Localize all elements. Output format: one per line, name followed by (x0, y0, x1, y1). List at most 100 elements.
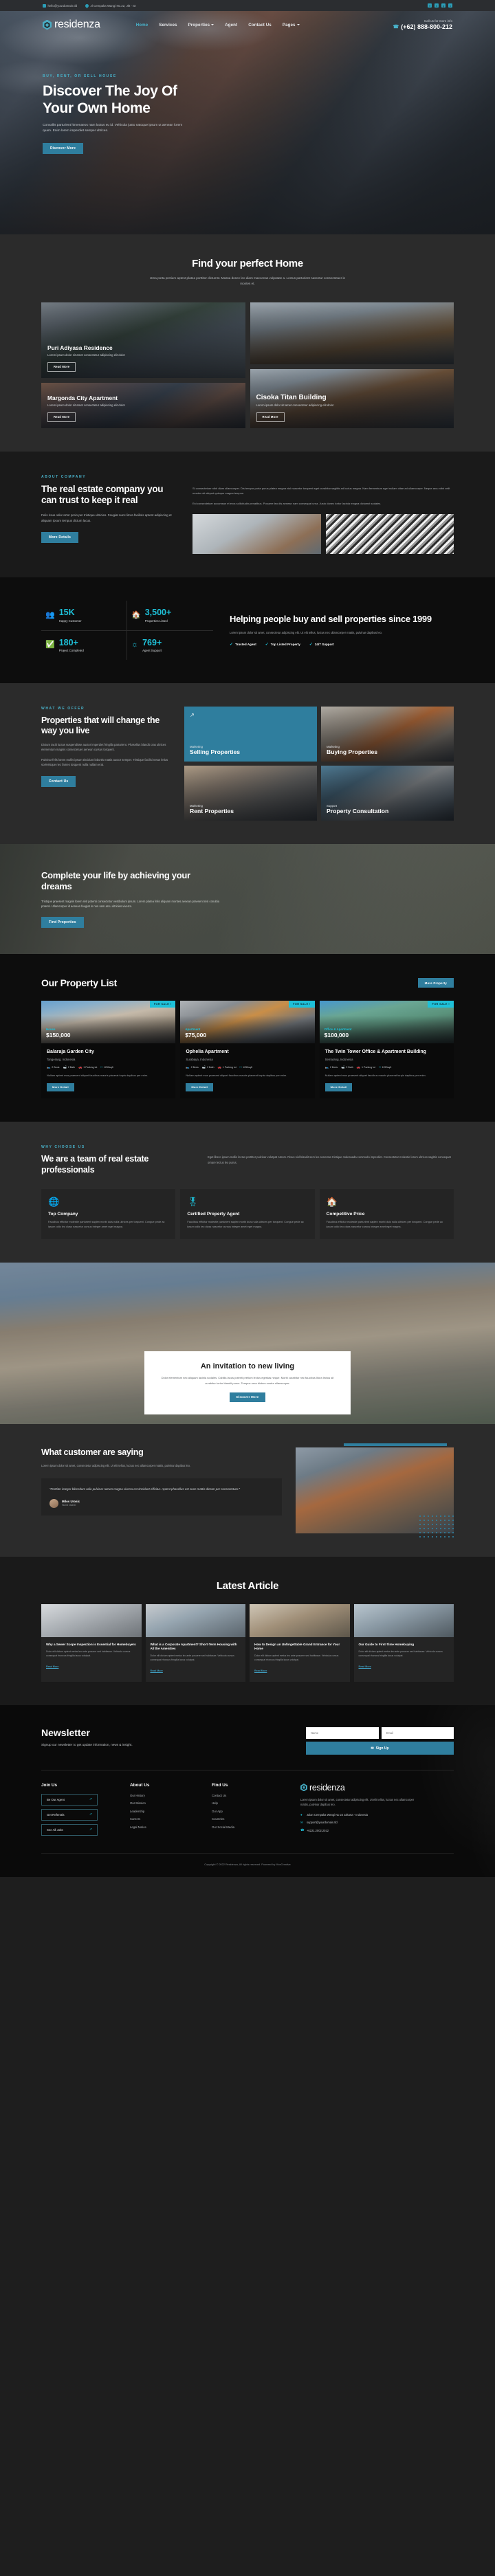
stats-section: 👥 15K Happy Customer 🏠 3,500+ Properties… (0, 577, 495, 684)
newsletter-name-input[interactable] (306, 1727, 379, 1739)
footer-col-join-us: Join Us Be Our Agent ↗ Get Referrals ↗ S… (41, 1783, 120, 1839)
offer-card-rent-properties[interactable]: Marketing Rent Properties (184, 766, 317, 821)
nav-item-contact-us[interactable]: Contact Us (248, 23, 272, 27)
find-card-read-more-button[interactable]: Read More (256, 412, 285, 422)
footer-link-leadership[interactable]: Leadership (130, 1810, 202, 1813)
article-card-4[interactable]: Our Guide to First-Time Homebuying Dolor… (353, 1603, 454, 1682)
topbar-email[interactable]: hello@yourdomain.tld (43, 3, 77, 8)
nav-label: Agent (225, 22, 238, 27)
property-meta: 🛌 2 Beds 🛁 2 Bath 🚗 1 Parking lot □ 1250sqft (186, 1065, 309, 1069)
stat-number: 15K (58, 608, 75, 618)
newsletter-signup-button[interactable]: ✉ Sign Up (306, 1742, 454, 1755)
find-card-read-more-button[interactable]: Read More (47, 412, 76, 422)
footer-link-contact-us[interactable]: Contact Us (212, 1794, 291, 1797)
nav-item-properties[interactable]: Properties (188, 23, 214, 27)
article-read-more-link[interactable]: Read More (254, 1669, 267, 1672)
footer-link-our-history[interactable]: Our History (130, 1794, 202, 1797)
footer-email[interactable]: ✉ support@yourdomain.tld (300, 1821, 454, 1825)
footer-link-our-app[interactable]: Our App (212, 1810, 291, 1813)
footer-button-be-our-agent[interactable]: Be Our Agent ↗ (41, 1793, 98, 1806)
property-size: □ 1250sqft (379, 1065, 391, 1069)
tick-label: Top Listed Property (270, 643, 300, 647)
newsletter-email-input[interactable] (381, 1727, 454, 1739)
stat-tick-support: ✓ 24/7 Support (309, 642, 334, 647)
property-card-image: FOR SALE ! Apartment $75,000 (180, 1001, 315, 1044)
invitation-discover-more-button[interactable]: Discover More (229, 1392, 266, 1402)
article-read-more-link[interactable]: Read More (359, 1665, 371, 1668)
footer-logo[interactable]: residenza (300, 1783, 454, 1792)
logo[interactable]: residenza (43, 19, 100, 31)
footer-button-see-all-jobs[interactable]: See All Jobs ↗ (41, 1823, 98, 1836)
footer-link-legal-notice[interactable]: Legal Notice (130, 1825, 202, 1829)
article-read-more-link[interactable]: Read More (46, 1665, 58, 1668)
property-price: $100,000 (324, 1032, 349, 1039)
article-desc: Dolor elit dictum aptent metus leo ante … (254, 1654, 339, 1662)
why-header: WHY CHOOSE US We are a team of real esta… (41, 1145, 454, 1175)
article-desc: Dolor elit dictum aptent metus leo ante … (358, 1650, 443, 1657)
find-card-read-more-button[interactable]: Read More (47, 362, 76, 372)
find-card-cisoka-titan[interactable]: Cisoka Titan Building Lorem ipsum dolor … (250, 368, 454, 428)
property-card-balaraja[interactable]: FOR SALE ! House $150,000 Balaraja Garde… (41, 1001, 176, 1099)
property-parking: 🚗 1 Parking lot (78, 1065, 97, 1069)
cta-find-properties-button[interactable]: Find Properties (41, 917, 84, 929)
find-card-puri-adiyasa[interactable]: Puri Adiyasa Residence Lorem ipsum dolor… (41, 302, 245, 378)
about-more-details-button[interactable]: More Details (41, 532, 79, 544)
article-image (41, 1603, 142, 1637)
newsletter-form: ✉ Sign Up (306, 1727, 454, 1755)
youtube-icon[interactable]: y (441, 3, 446, 8)
more-property-button[interactable]: More Property (417, 978, 454, 988)
hero-discover-more-button[interactable]: Discover More (43, 143, 84, 155)
testimonial-author-name: Milos Urosic (62, 1500, 80, 1504)
offer-card-property-consultation[interactable]: Support Property Consultation (321, 766, 454, 821)
property-more-detail-button[interactable]: More Detail (47, 1082, 74, 1091)
property-more-detail-button[interactable]: More Detail (186, 1082, 214, 1091)
about-image-interior (192, 514, 321, 555)
nav-item-services[interactable]: Services (159, 23, 177, 27)
property-card-ophelia[interactable]: FOR SALE ! Apartment $75,000 Ophelia Apa… (180, 1001, 315, 1099)
footer-link-countries[interactable]: Countries (212, 1817, 291, 1821)
offer-card-title: Property Consultation (327, 808, 389, 815)
topbar-address: Jl Cempaka Wangi No.22, Jkt - ID (85, 3, 136, 8)
article-card-3[interactable]: How to Design an Unforgettable Grand Ent… (250, 1603, 350, 1682)
offer-card-buying-properties[interactable]: Marketing Buying Properties (321, 707, 454, 762)
article-card-2[interactable]: What is a Corporate Apartment? Short-Ter… (145, 1603, 245, 1682)
footer-link-help[interactable]: Help (212, 1801, 291, 1805)
page-root: hello@yourdomain.tld Jl Cempaka Wangi No… (0, 0, 495, 1877)
offer-contact-us-button[interactable]: Contact Us (41, 775, 76, 787)
bath-label: 2 Bath (207, 1065, 214, 1069)
footer-button-get-referrals[interactable]: Get Referrals ↗ (41, 1808, 98, 1821)
instagram-icon[interactable]: i (448, 3, 452, 8)
why-eyebrow: WHY CHOOSE US (41, 1145, 85, 1150)
stat-label: Happy Customer (58, 619, 82, 623)
twitter-icon[interactable]: t (434, 3, 439, 8)
property-card-twin-tower[interactable]: FOR SALE ! Office & Apartment $100,000 T… (319, 1001, 454, 1099)
nav-item-pages[interactable]: Pages (283, 23, 300, 27)
property-bath: 🛁 2 Bath (341, 1065, 353, 1069)
footer-button-label: See All Jobs (47, 1828, 63, 1832)
footer-logo-text: residenza (309, 1782, 345, 1792)
property-cards-grid: FOR SALE ! House $150,000 Balaraja Garde… (41, 1001, 454, 1099)
property-desc: Nullam aptent mus praesent aliquet fauci… (186, 1073, 287, 1077)
property-category: Apartment (185, 1028, 201, 1032)
property-more-detail-button[interactable]: More Detail (324, 1082, 353, 1091)
header-phone-text: (+62) 888-800-212 (401, 23, 452, 30)
size-label: 1250sqft (103, 1065, 113, 1069)
offer-card-selling-properties[interactable]: ↗ Marketing Selling Properties (184, 707, 317, 762)
article-card-1[interactable]: Why a Sewer Scope Inspection is Essentia… (41, 1603, 142, 1682)
tick-label: Trusted Agent (235, 643, 256, 647)
footer-link-careers[interactable]: Careers (130, 1817, 202, 1821)
testimonial-quote: “Porttitor integer bibendum odio pulvina… (50, 1487, 240, 1491)
footer-phone[interactable]: ☎ +6221.2002.2012 (300, 1828, 454, 1832)
footer-link-our-mission[interactable]: Our Mission (130, 1801, 202, 1805)
article-read-more-link[interactable]: Read More (151, 1669, 163, 1672)
footer-address-text: Jalan Cempaka Wangi No 22 Jakarta - Indo… (307, 1813, 368, 1817)
nav-item-home[interactable]: Home (136, 23, 148, 27)
testimonial-section: What customer are saying Lorem ipsum dol… (0, 1423, 495, 1557)
footer-link-our-social-media[interactable]: Our Social Media (212, 1825, 291, 1829)
find-card-margonda[interactable]: Margonda City Apartment Lorem ipsum dolo… (41, 382, 245, 428)
nav-item-agent[interactable]: Agent (225, 23, 237, 27)
chevron-down-icon (211, 24, 214, 25)
header-phone[interactable]: ☎ (+62) 888-800-212 (393, 23, 452, 30)
property-beds: 🛌 2 Beds (325, 1065, 338, 1069)
facebook-icon[interactable]: f (428, 3, 432, 8)
